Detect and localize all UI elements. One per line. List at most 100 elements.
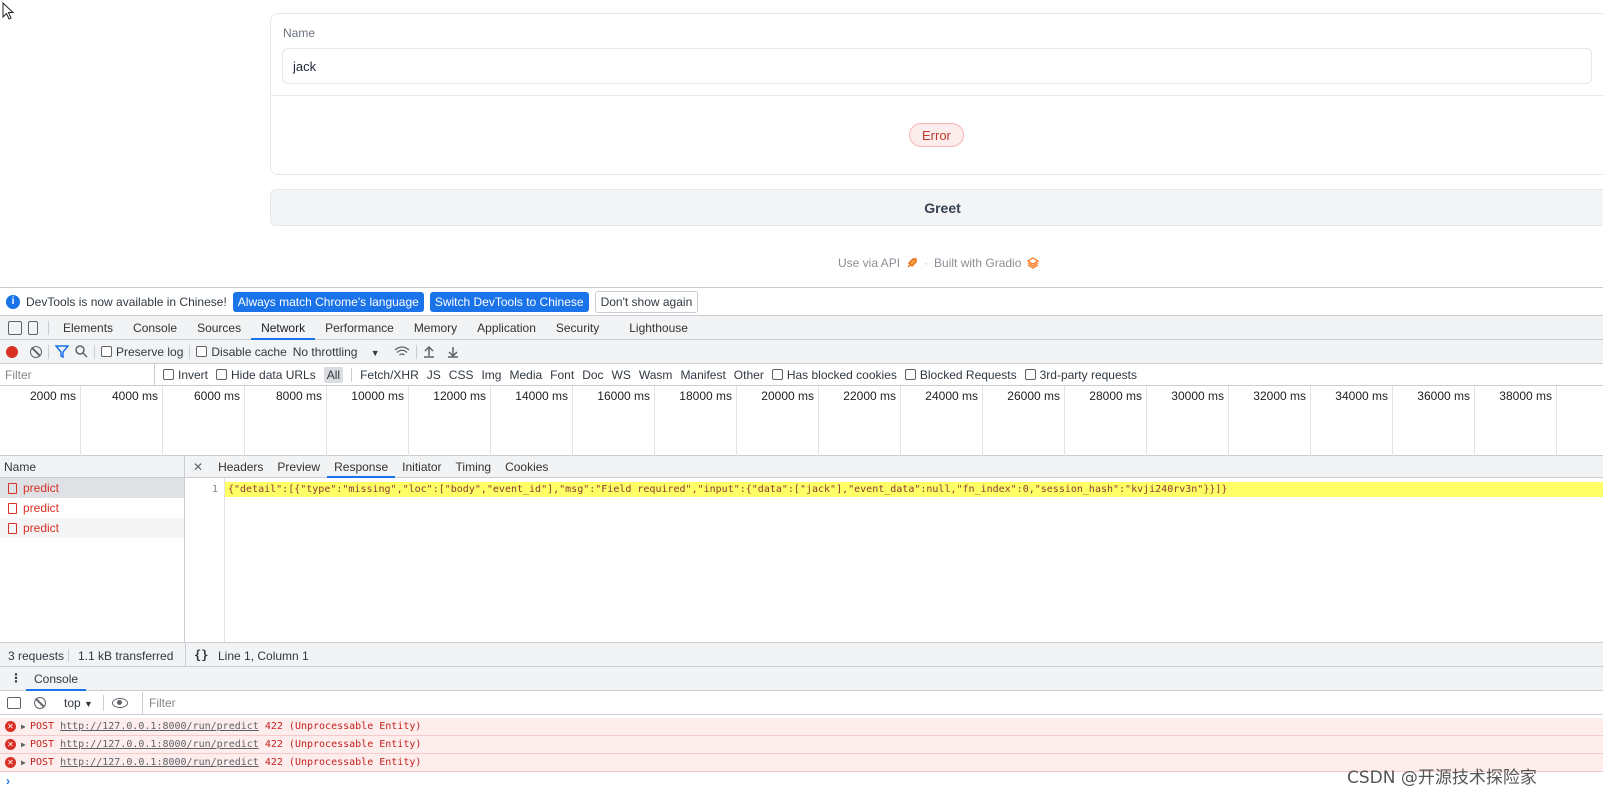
divider [415,344,417,359]
sidebar-toggle-icon[interactable] [7,697,21,709]
network-filter-input[interactable]: Filter [0,363,155,386]
chevron-down-icon: ▼ [84,699,93,709]
timeline-tick-label: 8000 ms [275,389,322,403]
console-filter-input[interactable]: Filter [142,692,1600,714]
device-toolbar-icon[interactable] [28,320,38,335]
expand-triangle-icon[interactable]: ▶ [21,754,26,771]
request-url-link[interactable]: http://127.0.0.1:8000/run/predict [60,757,259,768]
request-url-link[interactable]: http://127.0.0.1:8000/run/predict [60,739,259,750]
request-list-header[interactable]: Name [0,456,184,478]
type-filter-js[interactable]: JS [427,368,441,382]
search-icon[interactable] [75,345,88,358]
console-prompt-icon[interactable]: › [6,774,10,788]
built-with-gradio-link[interactable]: Built with Gradio [934,256,1021,270]
network-timeline-overview[interactable]: 2000 ms 4000 ms 6000 ms 8000 ms 10000 ms 1200… [0,386,1603,456]
tab-headers[interactable]: Headers [211,456,270,478]
input-panel: Name jack Error [270,13,1603,175]
type-filter-fetch-xhr[interactable]: Fetch/XHR [360,368,419,382]
response-body[interactable]: {"detail":[{"type":"missing","loc":["bod… [225,482,1603,497]
expand-triangle-icon[interactable]: ▶ [21,718,26,735]
name-input[interactable]: jack [282,48,1592,84]
has-blocked-cookies-checkbox[interactable]: Has blocked cookies [771,368,897,382]
checkbox-icon [904,369,916,380]
preserve-log-checkbox[interactable]: Preserve log [101,345,183,359]
type-filter-other[interactable]: Other [734,368,764,382]
type-filter-manifest[interactable]: Manifest [680,368,725,382]
tab-timing[interactable]: Timing [449,456,499,478]
disable-cache-checkbox[interactable]: Disable cache [196,345,287,359]
type-filter-all[interactable]: All [323,366,344,383]
always-match-language-button[interactable]: Always match Chrome's language [232,291,424,312]
request-row[interactable]: predict [0,478,184,498]
context-select[interactable]: top ▼ [60,695,104,711]
tab-network[interactable]: Network [251,316,316,340]
eye-icon[interactable] [112,698,128,708]
timeline-tick-label: 4000 ms [111,389,158,403]
timeline-tick-label: 18000 ms [679,389,732,403]
tab-application[interactable]: Application [467,316,546,340]
request-detail-panel: ✕ Headers Preview Response Initiator Tim… [185,456,1603,642]
info-icon: i [6,294,20,309]
context-value: top [64,696,81,710]
third-party-requests-checkbox[interactable]: 3rd-party requests [1024,368,1137,382]
type-filter-wasm[interactable]: Wasm [639,368,673,382]
inspect-element-icon[interactable] [8,320,22,335]
type-filter-font[interactable]: Font [550,368,574,382]
tab-response[interactable]: Response [327,456,396,478]
console-error-message[interactable]: ✕ ▶ POST http://127.0.0.1:8000/run/predi… [0,718,1603,736]
throttling-select[interactable]: No throttling ▼ [293,345,380,359]
tab-initiator[interactable]: Initiator [395,456,448,478]
tab-cookies[interactable]: Cookies [498,456,555,478]
error-icon: ✕ [5,757,16,768]
type-filter-doc[interactable]: Doc [582,368,603,382]
more-options-icon[interactable]: ⋮ [10,671,22,685]
switch-to-chinese-button[interactable]: Switch DevTools to Chinese [429,291,589,312]
request-list: Name predict predict predict [0,456,185,642]
tab-preview[interactable]: Preview [270,456,327,478]
request-name: predict [23,501,60,515]
divider [48,344,49,359]
request-row[interactable]: predict [0,498,184,518]
record-icon[interactable] [6,345,18,358]
chevron-down-icon: ▼ [370,347,380,358]
devtools-tabbar: Elements Console Sources Network Perform… [0,316,1603,340]
type-filter-img[interactable]: Img [481,368,501,382]
gradio-app: Name jack Error Greet Use via API · Buil… [0,0,1603,286]
tab-elements[interactable]: Elements [53,316,123,340]
dont-show-again-button[interactable]: Don't show again [594,290,699,313]
request-name: predict [23,481,60,495]
filter-icon[interactable] [55,345,69,358]
clear-console-icon[interactable] [34,697,46,709]
network-conditions-icon[interactable] [394,345,410,358]
tab-memory[interactable]: Memory [404,316,467,340]
tab-lighthouse[interactable]: Lighthouse [619,316,698,340]
timeline-tick-label: 6000 ms [193,389,240,403]
type-filter-media[interactable]: Media [509,368,542,382]
tab-performance[interactable]: Performance [315,316,404,340]
blocked-requests-checkbox[interactable]: Blocked Requests [904,368,1017,382]
upload-icon[interactable] [423,345,435,358]
timeline-tick-label: 32000 ms [1253,389,1306,403]
type-filter-css[interactable]: CSS [449,368,474,382]
invert-checkbox[interactable]: Invert [163,368,208,382]
pretty-print-button[interactable]: {} [194,648,208,662]
tab-sources[interactable]: Sources [187,316,251,340]
greet-button[interactable]: Greet [270,189,1603,226]
tab-console-drawer[interactable]: Console [26,667,87,691]
type-filter-ws[interactable]: WS [612,368,631,382]
request-url-link[interactable]: http://127.0.0.1:8000/run/predict [60,721,259,732]
download-icon[interactable] [447,346,459,358]
tab-security[interactable]: Security [546,316,609,340]
checkbox-icon [216,369,228,380]
http-method: POST [30,757,55,768]
expand-triangle-icon[interactable]: ▶ [21,736,26,753]
use-via-api-link[interactable]: Use via API [838,256,900,270]
tab-console[interactable]: Console [123,316,187,340]
console-error-message[interactable]: ✕ ▶ POST http://127.0.0.1:8000/run/predi… [0,736,1603,754]
response-viewer[interactable]: 1 {"detail":[{"type":"missing","loc":["b… [185,478,1603,642]
clear-icon[interactable] [30,345,42,358]
close-icon[interactable]: ✕ [185,460,211,474]
request-row[interactable]: predict [0,518,184,538]
hide-data-urls-checkbox[interactable]: Hide data URLs [216,368,316,382]
infobar-message: DevTools is now available in Chinese! [26,294,227,309]
